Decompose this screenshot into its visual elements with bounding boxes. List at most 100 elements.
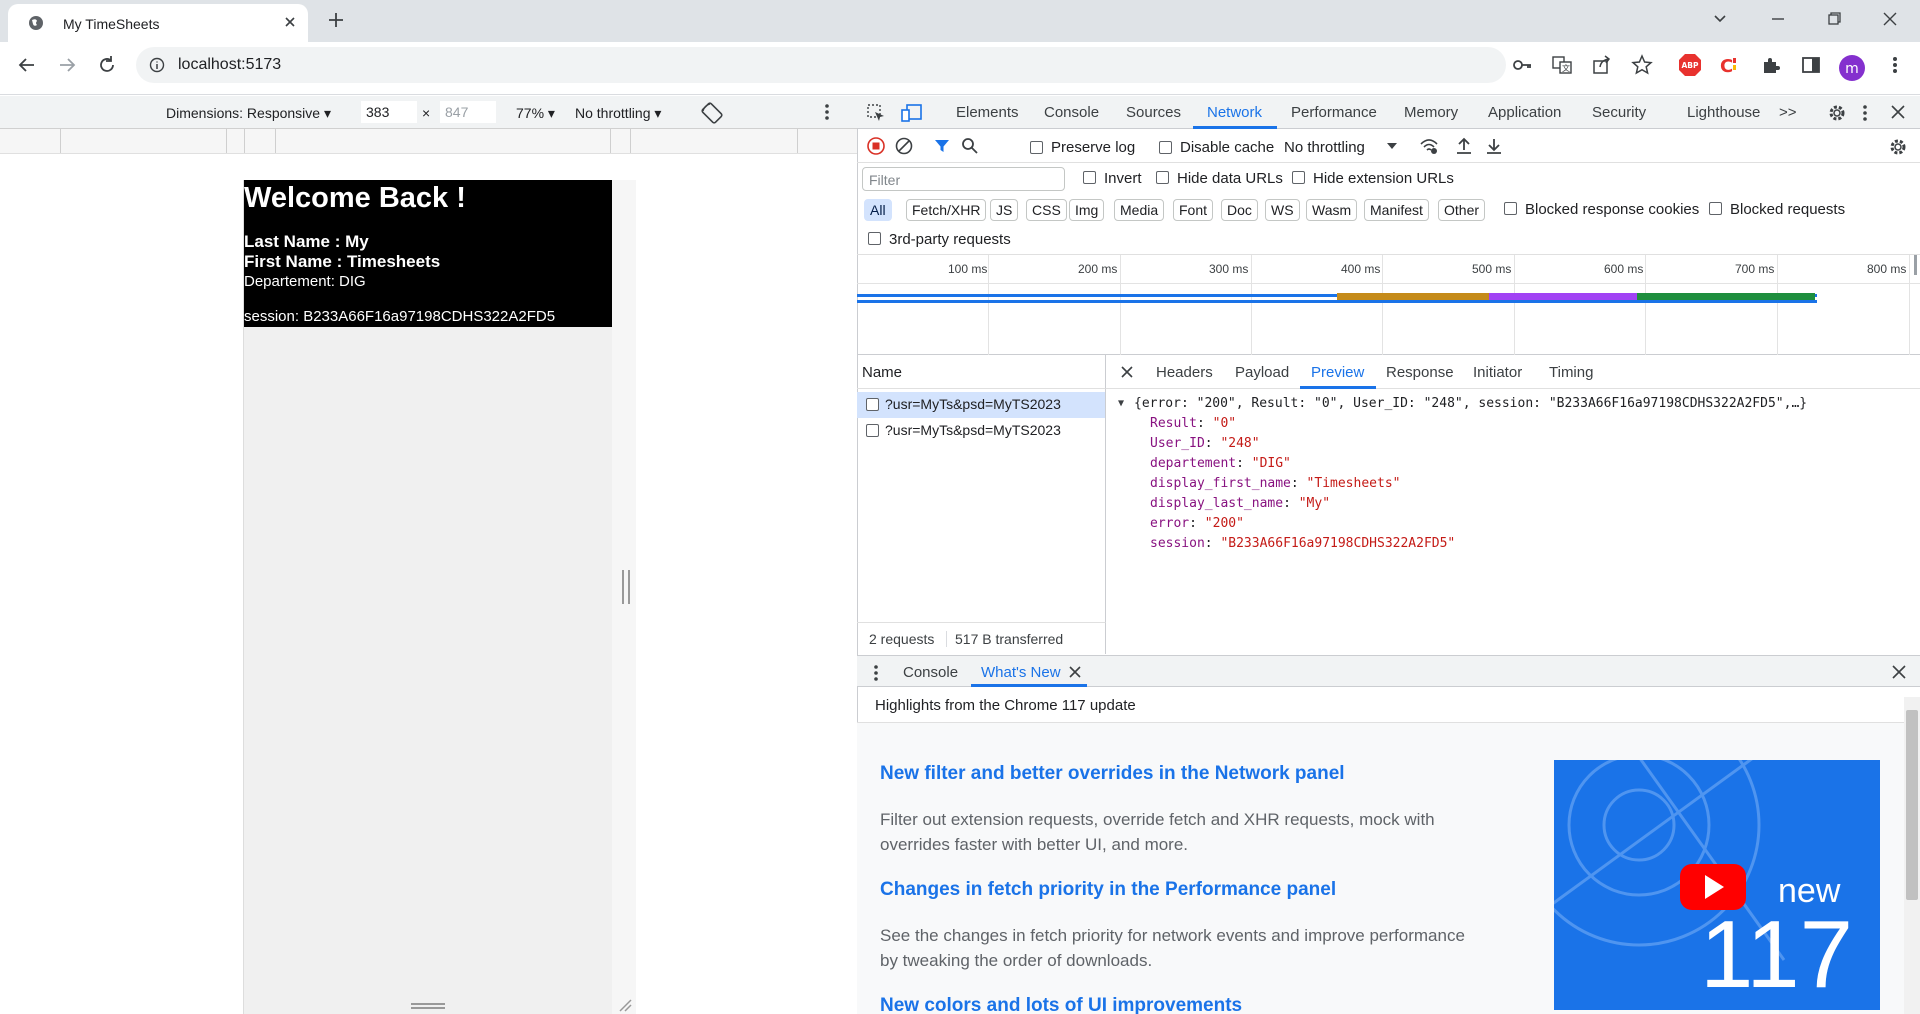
- network-settings-gear-icon[interactable]: [1888, 137, 1908, 157]
- filter-funnel-icon[interactable]: [933, 137, 951, 155]
- invert-checkbox[interactable]: [1083, 171, 1096, 184]
- media-query-ruler[interactable]: [0, 129, 857, 154]
- tab-timing[interactable]: Timing: [1549, 364, 1593, 381]
- request-row[interactable]: ?usr=MyTs&psd=MyTS2023: [857, 392, 1105, 418]
- profile-avatar[interactable]: m: [1838, 54, 1866, 82]
- close-detail-icon[interactable]: [1120, 365, 1134, 379]
- request-row-checkbox[interactable]: [866, 398, 879, 411]
- tab-sources[interactable]: Sources: [1126, 104, 1181, 121]
- url-text[interactable]: localhost:5173: [178, 56, 281, 74]
- forward-arrow-icon[interactable]: [56, 54, 78, 76]
- filter-chip-wasm[interactable]: Wasm: [1306, 199, 1358, 221]
- tab-lighthouse[interactable]: Lighthouse: [1687, 104, 1760, 121]
- network-throttling-dropdown[interactable]: No throttling: [1284, 139, 1365, 156]
- filter-chip-ws[interactable]: WS: [1265, 199, 1300, 221]
- viewport-height-input[interactable]: 847: [440, 101, 496, 123]
- whats-new-item-title[interactable]: New colors and lots of UI improvements: [880, 995, 1242, 1014]
- address-bar[interactable]: localhost:5173: [136, 47, 1506, 83]
- drawer-menu-icon[interactable]: [873, 664, 879, 682]
- drawer-tab-console[interactable]: Console: [903, 664, 958, 681]
- request-row[interactable]: ?usr=MyTs&psd=MyTS2023: [857, 418, 1105, 444]
- dimensions-dropdown[interactable]: Dimensions: Responsive ▾: [166, 105, 331, 122]
- filter-chip-font[interactable]: Font: [1173, 199, 1214, 221]
- close-whats-new-icon[interactable]: [1069, 666, 1081, 678]
- tab-elements[interactable]: Elements: [956, 104, 1019, 121]
- tab-headers[interactable]: Headers: [1156, 364, 1213, 381]
- translate-icon[interactable]: 文: [1551, 54, 1573, 76]
- tab-preview[interactable]: Preview: [1311, 364, 1364, 381]
- site-info-icon[interactable]: [149, 57, 165, 73]
- preserve-log-checkbox[interactable]: [1030, 141, 1043, 154]
- whats-new-item-title[interactable]: New filter and better overrides in the N…: [880, 763, 1345, 785]
- rotate-icon[interactable]: [700, 101, 724, 125]
- third-party-checkbox[interactable]: [868, 232, 881, 245]
- filter-chip-fetch-xhr[interactable]: Fetch/XHR: [906, 199, 987, 221]
- expand-triangle-icon[interactable]: ▼: [1118, 398, 1124, 409]
- devtools-close-icon[interactable]: [1890, 104, 1906, 120]
- window-close-icon[interactable]: [1880, 9, 1900, 29]
- request-row-checkbox[interactable]: [866, 424, 879, 437]
- tab-security[interactable]: Security: [1592, 104, 1646, 121]
- request-name[interactable]: ?usr=MyTs&psd=MyTS2023: [885, 396, 1061, 412]
- device-toolbar-more-icon[interactable]: [824, 102, 830, 122]
- share-icon[interactable]: [1591, 54, 1613, 76]
- filter-chip-manifest[interactable]: Manifest: [1364, 199, 1429, 221]
- hide-extension-urls-checkbox[interactable]: [1292, 171, 1305, 184]
- filter-input[interactable]: Filter: [862, 167, 1065, 191]
- filter-chip-media[interactable]: Media: [1114, 199, 1165, 221]
- hide-data-urls-checkbox[interactable]: [1156, 171, 1169, 184]
- browser-tab[interactable]: My TimeSheets: [8, 4, 308, 42]
- network-conditions-wifi-icon[interactable]: [1419, 137, 1439, 155]
- import-har-upload-icon[interactable]: [1455, 137, 1473, 155]
- extensions-puzzle-icon[interactable]: [1760, 54, 1782, 76]
- chrome-menu-icon[interactable]: [1890, 54, 1900, 76]
- minimize-icon[interactable]: [1768, 9, 1788, 29]
- device-throttling-dropdown[interactable]: No throttling ▾: [575, 105, 661, 122]
- tab-initiator[interactable]: Initiator: [1473, 364, 1522, 381]
- filter-chip-doc[interactable]: Doc: [1221, 199, 1258, 221]
- close-drawer-icon[interactable]: [1892, 665, 1906, 679]
- drawer-scrollbar-thumb[interactable]: [1906, 710, 1918, 900]
- export-har-download-icon[interactable]: [1485, 137, 1503, 155]
- network-timeline-overview[interactable]: 100 ms 200 ms 300 ms 400 ms 500 ms 600 m…: [857, 254, 1920, 355]
- blocked-response-cookies-checkbox[interactable]: [1504, 202, 1517, 215]
- search-icon[interactable]: [961, 137, 979, 155]
- settings-gear-icon[interactable]: [1827, 103, 1847, 123]
- clear-icon[interactable]: [895, 137, 913, 155]
- tab-payload[interactable]: Payload: [1235, 364, 1289, 381]
- tab-memory[interactable]: Memory: [1404, 104, 1458, 121]
- filter-chip-other[interactable]: Other: [1438, 199, 1486, 221]
- drawer-tab-whats-new[interactable]: What's New: [981, 664, 1061, 681]
- more-tabs-button[interactable]: >>: [1779, 104, 1797, 121]
- filter-chip-img[interactable]: Img: [1069, 199, 1105, 221]
- tab-application[interactable]: Application: [1488, 104, 1561, 121]
- restore-icon[interactable]: [1824, 9, 1844, 29]
- tab-network[interactable]: Network: [1207, 104, 1262, 121]
- tab-response[interactable]: Response: [1386, 364, 1454, 381]
- tab-search-chevron-icon[interactable]: [1710, 9, 1730, 29]
- record-stop-icon[interactable]: [867, 137, 885, 155]
- bookmark-star-icon[interactable]: [1631, 54, 1653, 76]
- filter-chip-all[interactable]: All: [864, 199, 892, 221]
- devtools-more-icon[interactable]: [1862, 103, 1868, 123]
- timeline-right-handle[interactable]: [1914, 255, 1917, 275]
- disable-cache-checkbox[interactable]: [1159, 141, 1172, 154]
- tab-console[interactable]: Console: [1044, 104, 1099, 121]
- viewport-width-input[interactable]: 383: [361, 101, 417, 123]
- device-toolbar-toggle-icon[interactable]: [901, 103, 923, 123]
- viewport-bottom-handle[interactable]: [411, 1003, 445, 1009]
- side-panel-icon[interactable]: [1800, 54, 1822, 76]
- filter-chip-js[interactable]: JS: [990, 199, 1019, 221]
- tab-close-icon[interactable]: [282, 14, 298, 30]
- whats-new-item-title[interactable]: Changes in fetch priority in the Perform…: [880, 879, 1336, 901]
- filter-chip-css[interactable]: CSS: [1026, 199, 1067, 221]
- new-tab-icon[interactable]: [326, 10, 346, 30]
- blocked-requests-checkbox[interactable]: [1709, 202, 1722, 215]
- tab-performance[interactable]: Performance: [1291, 104, 1377, 121]
- dropdown-caret-icon[interactable]: [1386, 141, 1398, 151]
- request-name[interactable]: ?usr=MyTs&psd=MyTS2023: [885, 422, 1061, 438]
- viewport-resize-handle[interactable]: [622, 570, 630, 604]
- colorzilla-extension-icon[interactable]: C: [1717, 53, 1741, 77]
- preview-summary[interactable]: {error: "200", Result: "0", User_ID: "24…: [1134, 396, 1807, 411]
- inspect-element-icon[interactable]: [866, 103, 886, 123]
